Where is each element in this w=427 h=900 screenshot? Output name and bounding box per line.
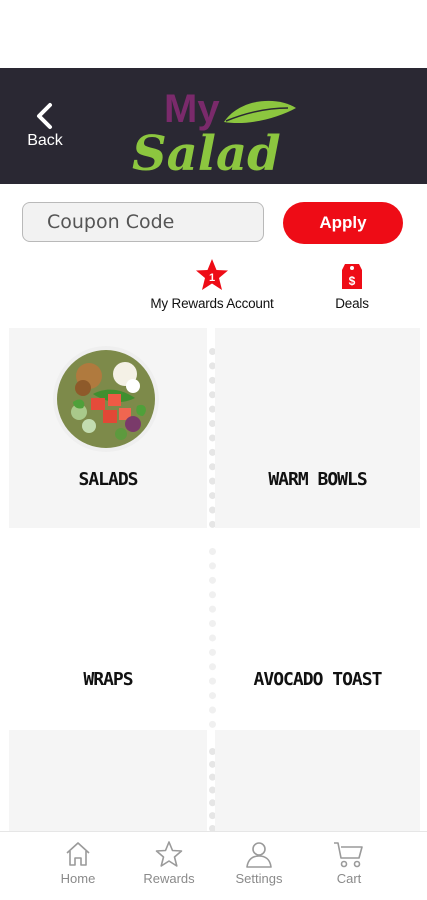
app-header: Back My Salad <box>0 68 427 184</box>
my-rewards-account-label: My Rewards Account <box>150 296 274 311</box>
person-icon <box>246 842 272 868</box>
salad-bowl-image <box>53 346 159 452</box>
logo-my-text: My <box>164 87 220 131</box>
category-tile[interactable] <box>215 730 420 832</box>
chevron-left-icon <box>37 103 52 129</box>
coupon-code-input[interactable] <box>22 202 264 242</box>
nav-settings-label: Settings <box>235 871 283 886</box>
coupon-row: Apply <box>22 202 403 246</box>
nav-settings[interactable]: Settings <box>219 840 299 886</box>
nav-rewards-label: Rewards <box>143 871 195 886</box>
nav-home[interactable]: Home <box>38 840 118 886</box>
star-icon <box>155 841 183 867</box>
nav-home-label: Home <box>60 871 96 886</box>
nav-cart-label: Cart <box>336 871 362 886</box>
category-label: WARM BOWLS <box>268 469 367 490</box>
logo-salad-text: Salad <box>132 126 281 178</box>
rewards-star-icon: 1 <box>196 259 228 290</box>
category-salads[interactable]: SALADS <box>9 328 207 528</box>
price-tag-icon: $ <box>342 264 362 289</box>
back-button[interactable]: Back <box>20 102 70 150</box>
category-warm-bowls[interactable]: WARM BOWLS <box>215 328 420 528</box>
quick-links: 1 My Rewards Account $ Deals <box>0 258 427 322</box>
category-label: WRAPS <box>83 669 133 690</box>
mysalad-logo: My Salad <box>132 87 296 178</box>
leaf-icon <box>224 100 296 124</box>
deals-link[interactable]: $ Deals <box>322 258 382 311</box>
category-label: SALADS <box>78 469 138 490</box>
nav-rewards[interactable]: Rewards <box>129 840 209 886</box>
category-avocado-toast[interactable]: AVOCADO TOAST <box>215 528 420 728</box>
back-label: Back <box>27 132 63 149</box>
category-wraps[interactable]: WRAPS <box>9 528 207 728</box>
status-bar-area <box>0 0 427 68</box>
nav-cart[interactable]: Cart <box>309 840 389 886</box>
rewards-badge-count: 1 <box>209 272 215 284</box>
my-rewards-account-link[interactable]: 1 My Rewards Account <box>146 258 278 311</box>
category-tile[interactable] <box>9 730 207 832</box>
apply-button[interactable]: Apply <box>283 202 403 244</box>
bottom-navigation: Home Rewards Settings Cart <box>0 831 427 900</box>
deals-label: Deals <box>335 296 369 311</box>
deals-dollar-symbol: $ <box>349 274 356 288</box>
category-label: AVOCADO TOAST <box>253 669 383 690</box>
home-icon <box>66 842 90 866</box>
cart-icon <box>334 842 363 868</box>
